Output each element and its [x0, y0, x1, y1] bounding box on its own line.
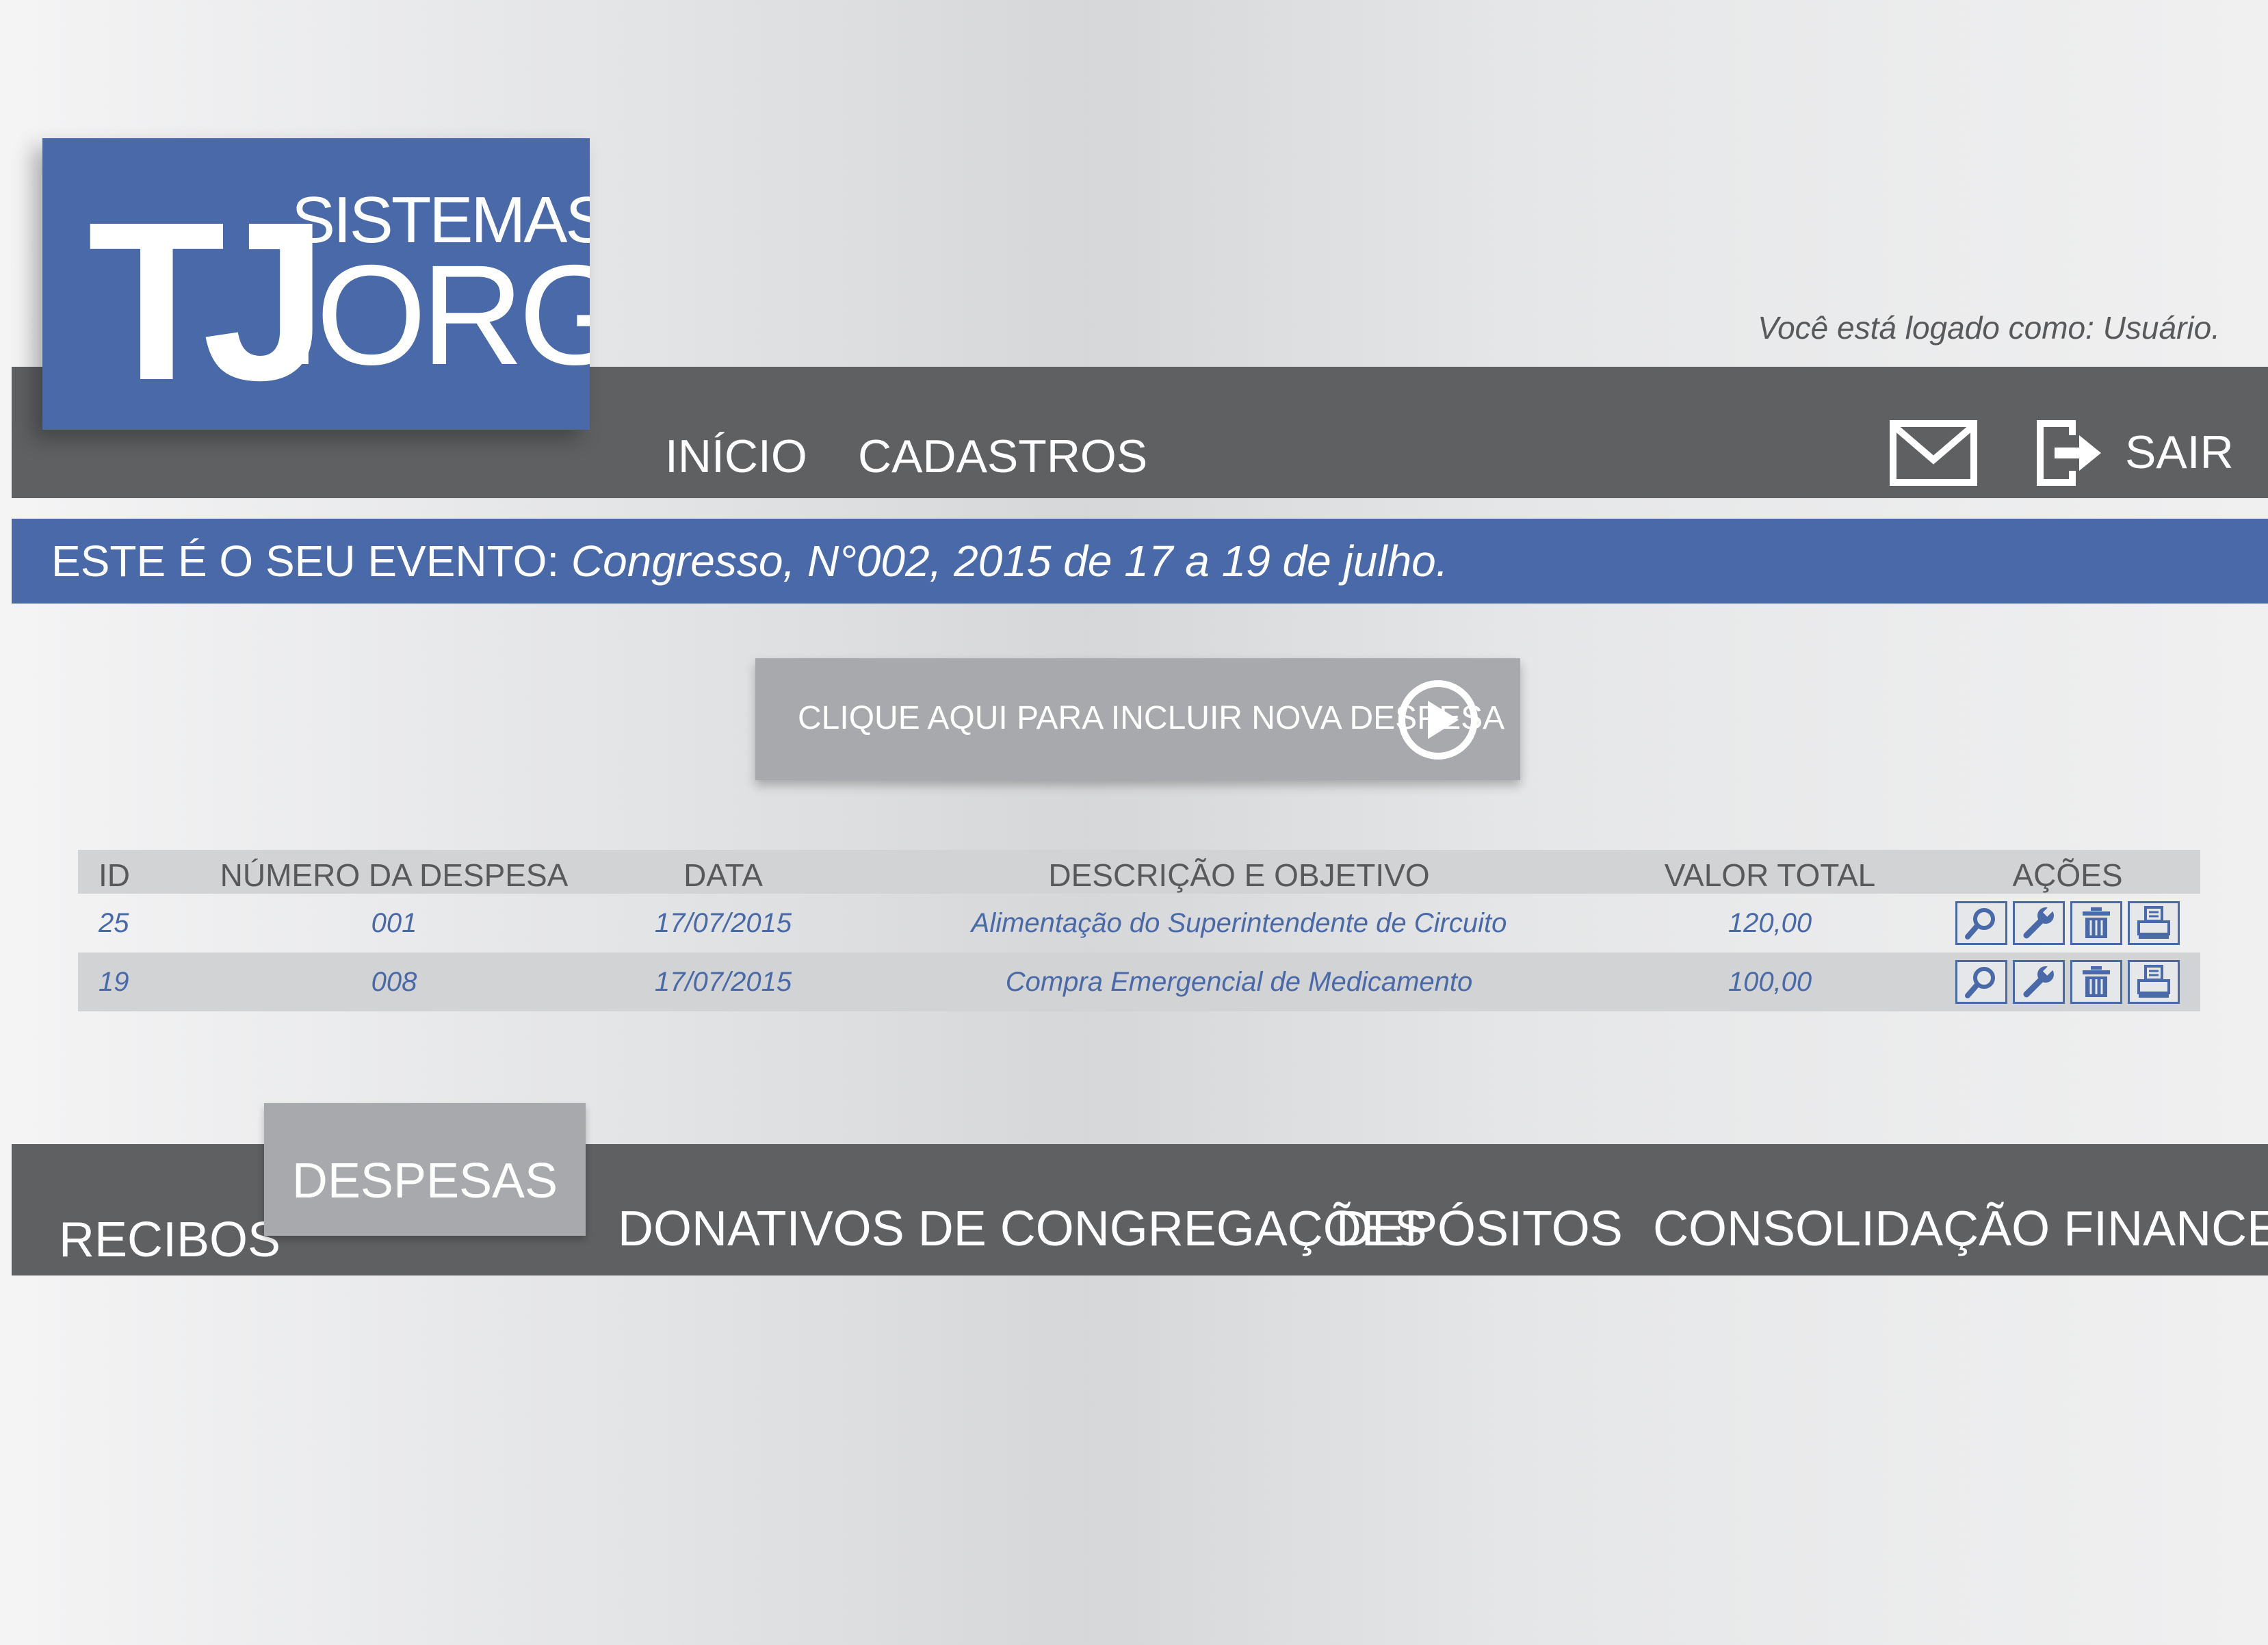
cell-id: 19 — [99, 967, 129, 997]
view-button[interactable] — [1955, 901, 2007, 945]
mail-icon[interactable] — [1890, 420, 1977, 486]
cell-descricao: Alimentação do Superintendente de Circui… — [971, 908, 1507, 938]
cell-valor: 100,00 — [1728, 967, 1812, 997]
table-row: 19 008 17/07/2015 Compra Emergencial de … — [78, 953, 2200, 1011]
tab-despesas-label: DESPESAS — [291, 1154, 558, 1208]
wrench-icon — [2023, 906, 2054, 939]
logo-bottom-text: .ORG — [282, 236, 590, 395]
print-button[interactable] — [2128, 960, 2180, 1004]
nav-item-cadastros[interactable]: CADASTROS — [858, 433, 1147, 480]
col-header-data: DATA — [683, 857, 763, 894]
table-row: 25 001 17/07/2015 Alimentação do Superin… — [78, 894, 2200, 953]
col-header-numero: NÚMERO DA DESPESA — [220, 857, 569, 894]
col-header-acoes: AÇÕES — [2012, 857, 2123, 894]
col-header-valor: VALOR TOTAL — [1664, 857, 1876, 894]
view-button[interactable] — [1955, 960, 2007, 1004]
cell-data: 17/07/2015 — [654, 967, 792, 997]
col-header-id: ID — [99, 857, 130, 894]
row-actions — [1955, 901, 2180, 945]
delete-button[interactable] — [2070, 901, 2122, 945]
expenses-table: ID NÚMERO DA DESPESA DATA DESCRIÇÃO E OB… — [78, 850, 2200, 1011]
delete-button[interactable] — [2070, 960, 2122, 1004]
nav-item-inicio[interactable]: INÍCIO — [665, 433, 807, 480]
logged-in-text: Você está logado como: Usuário. — [1758, 310, 2220, 346]
event-prefix: ESTE É O SEU EVENTO: — [51, 536, 560, 586]
tab-recibos[interactable]: RECIBOS — [59, 1215, 281, 1265]
cell-data: 17/07/2015 — [654, 908, 792, 938]
cell-numero: 001 — [371, 908, 417, 938]
trash-icon — [2083, 907, 2110, 938]
logout-label[interactable]: SAIR — [2125, 429, 2234, 476]
search-icon — [1965, 967, 1995, 998]
print-button[interactable] — [2128, 901, 2180, 945]
col-header-descricao: DESCRIÇÃO E OBJETIVO — [1048, 857, 1430, 894]
edit-button[interactable] — [2013, 901, 2065, 945]
event-value: Congresso, N°002, 2015 de 17 a 19 de jul… — [571, 536, 1448, 586]
printer-icon — [2137, 906, 2170, 939]
trash-icon — [2083, 966, 2110, 997]
printer-icon — [2137, 965, 2170, 998]
cell-descricao: Compra Emergencial de Medicamento — [1005, 967, 1473, 997]
search-icon — [1965, 908, 1995, 940]
tab-donativos[interactable]: DONATIVOS DE CONGREGAÇÕES — [618, 1204, 1427, 1254]
logo-main-text: TJ — [88, 174, 328, 427]
edit-button[interactable] — [2013, 960, 2065, 1004]
cell-numero: 008 — [371, 967, 417, 997]
logout-icon[interactable] — [2037, 420, 2102, 486]
add-expense-button[interactable]: CLIQUE AQUI PARA INCLUIR NOVA DESPESA — [755, 658, 1520, 780]
wrench-icon — [2023, 965, 2054, 998]
cell-valor: 120,00 — [1728, 908, 1812, 938]
tab-despesas[interactable]: DESPESAS — [264, 1103, 586, 1236]
table-header: ID NÚMERO DA DESPESA DATA DESCRIÇÃO E OB… — [78, 850, 2200, 894]
logo: TJ SISTEMAS .ORG — [42, 138, 590, 430]
event-bar: ESTE É O SEU EVENTO: Congresso, N°002, 2… — [12, 519, 2268, 604]
row-actions — [1955, 960, 2180, 1004]
play-circle-icon — [1398, 680, 1478, 760]
tab-consolidacao-financeira[interactable]: CONSOLIDAÇÃO FINANCEIRA — [1653, 1204, 2268, 1254]
tab-depositos[interactable]: DEPÓSITOS — [1336, 1204, 1623, 1254]
cell-id: 25 — [99, 908, 129, 938]
